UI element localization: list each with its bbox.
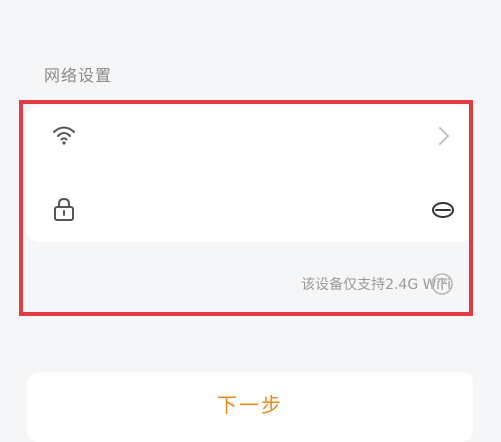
lock-icon	[54, 197, 74, 221]
chevron-right-icon[interactable]	[431, 124, 455, 148]
wifi-support-note: 该设备仅支持2.4G WiFi	[301, 277, 451, 293]
wifi-select-row[interactable]	[27, 106, 473, 166]
next-step-button[interactable]: 下一步	[27, 372, 473, 442]
help-icon[interactable]	[430, 272, 454, 296]
section-title: 网络设置	[44, 66, 113, 85]
wifi-icon	[53, 126, 75, 145]
password-input-row[interactable]	[27, 178, 473, 238]
eye-closed-icon[interactable]	[431, 198, 455, 222]
network-settings-card	[27, 106, 473, 242]
